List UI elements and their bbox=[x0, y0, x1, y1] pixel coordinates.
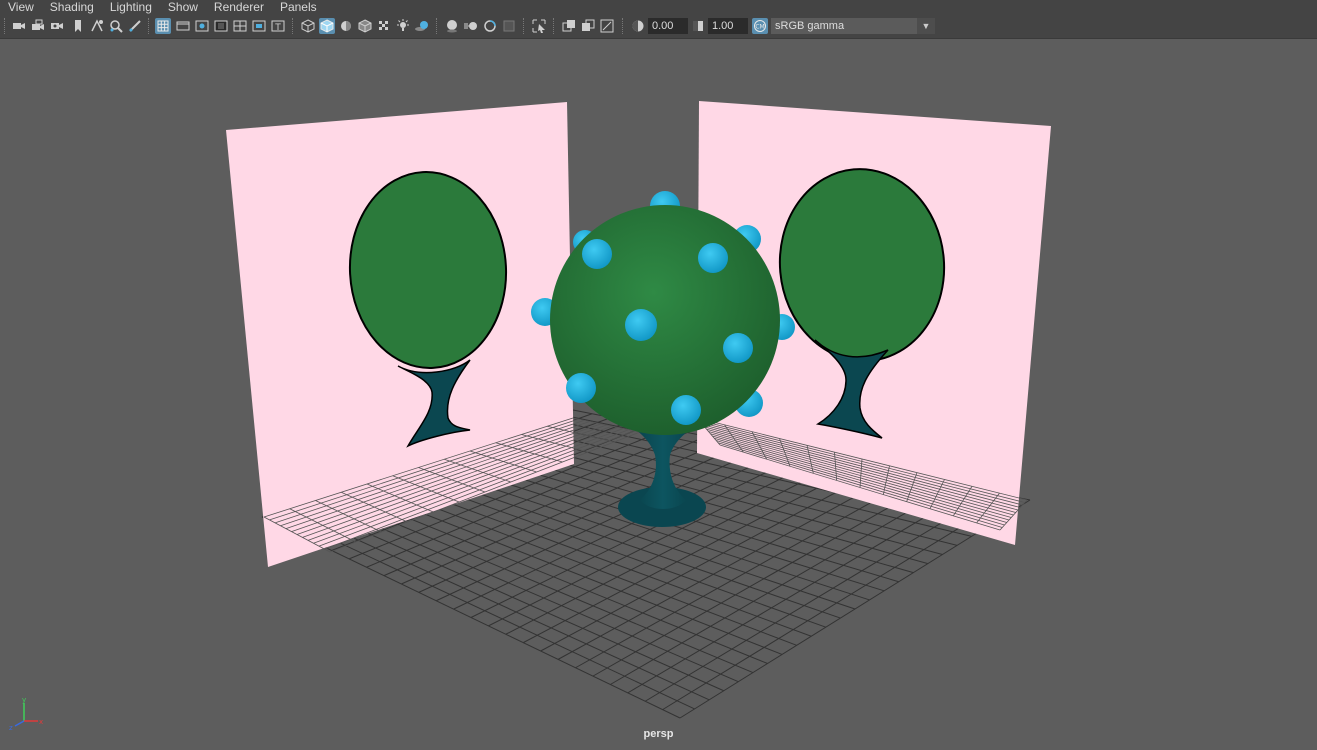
grease-pencil-icon[interactable] bbox=[127, 18, 143, 34]
screen-space-ao-icon[interactable] bbox=[444, 18, 460, 34]
resolution-gate-icon[interactable] bbox=[194, 18, 210, 34]
view-transform-dropdown[interactable]: sRGB gamma ▼ bbox=[771, 18, 935, 34]
default-material-icon[interactable] bbox=[338, 18, 354, 34]
gamma-field[interactable]: 1.00 bbox=[708, 18, 748, 34]
camera-name-label: persp bbox=[643, 728, 674, 740]
two-d-pan-zoom-icon[interactable] bbox=[108, 18, 124, 34]
toolbar-separator bbox=[523, 18, 526, 34]
select-camera-icon[interactable] bbox=[11, 18, 27, 34]
field-chart-icon[interactable] bbox=[232, 18, 248, 34]
toolbar-separator bbox=[436, 18, 439, 34]
xray-icon[interactable] bbox=[561, 18, 577, 34]
toolbar-separator bbox=[622, 18, 625, 34]
safe-title-icon[interactable]: T bbox=[270, 18, 286, 34]
camera-attributes-icon[interactable] bbox=[49, 18, 65, 34]
svg-text:T: T bbox=[274, 23, 281, 33]
color-management-toggle-icon[interactable]: CM bbox=[752, 18, 768, 34]
view-transform-value: sRGB gamma bbox=[775, 20, 845, 32]
wireframe-icon[interactable] bbox=[300, 18, 316, 34]
gate-mask-icon[interactable] bbox=[213, 18, 229, 34]
use-all-lights-icon[interactable] bbox=[395, 18, 411, 34]
shadows-icon[interactable] bbox=[414, 18, 430, 34]
gamma-icon[interactable] bbox=[690, 18, 706, 34]
exposure-field[interactable]: 0.00 bbox=[648, 18, 688, 34]
menu-shading[interactable]: Shading bbox=[42, 0, 102, 14]
perspective-viewport[interactable]: y x z bbox=[0, 39, 1317, 745]
multisample-aa-icon[interactable] bbox=[482, 18, 498, 34]
smooth-shade-icon[interactable] bbox=[319, 18, 335, 34]
chevron-down-icon[interactable]: ▼ bbox=[917, 18, 935, 34]
depth-of-field-icon[interactable] bbox=[501, 18, 517, 34]
bookmark-icon[interactable] bbox=[70, 18, 86, 34]
panel-toolbar: T 0.00 1.00 CM sRGB gamma ▼ bbox=[0, 14, 1317, 39]
axis-x-label: x bbox=[39, 718, 43, 726]
menu-panels[interactable]: Panels bbox=[272, 0, 325, 14]
toolbar-separator bbox=[148, 18, 151, 34]
viewport-scene bbox=[226, 101, 1051, 719]
motion-blur-icon[interactable] bbox=[463, 18, 479, 34]
menu-lighting[interactable]: Lighting bbox=[102, 0, 160, 14]
film-gate-icon[interactable] bbox=[175, 18, 191, 34]
grid-icon[interactable] bbox=[155, 18, 171, 34]
exposure-icon[interactable] bbox=[630, 18, 646, 34]
menu-renderer[interactable]: Renderer bbox=[206, 0, 272, 14]
menu-view[interactable]: View bbox=[0, 0, 42, 14]
svg-text:CM: CM bbox=[755, 24, 764, 31]
image-plane-icon[interactable] bbox=[89, 18, 105, 34]
menu-show[interactable]: Show bbox=[160, 0, 206, 14]
toolbar-separator bbox=[553, 18, 556, 34]
xray-components-icon[interactable] bbox=[599, 18, 615, 34]
axis-y-label: y bbox=[22, 696, 26, 704]
panel-menu-bar: View Shading Lighting Show Renderer Pane… bbox=[0, 0, 1317, 14]
lock-camera-icon[interactable] bbox=[30, 18, 46, 34]
textured-icon[interactable] bbox=[376, 18, 392, 34]
wireframe-on-shaded-icon[interactable] bbox=[357, 18, 373, 34]
isolate-select-icon[interactable] bbox=[531, 18, 547, 34]
toolbar-separator bbox=[4, 18, 7, 34]
toolbar-separator bbox=[292, 18, 295, 34]
axis-gizmo: y x z bbox=[9, 696, 43, 731]
safe-action-icon[interactable] bbox=[251, 18, 267, 34]
xray-joints-icon[interactable] bbox=[580, 18, 596, 34]
